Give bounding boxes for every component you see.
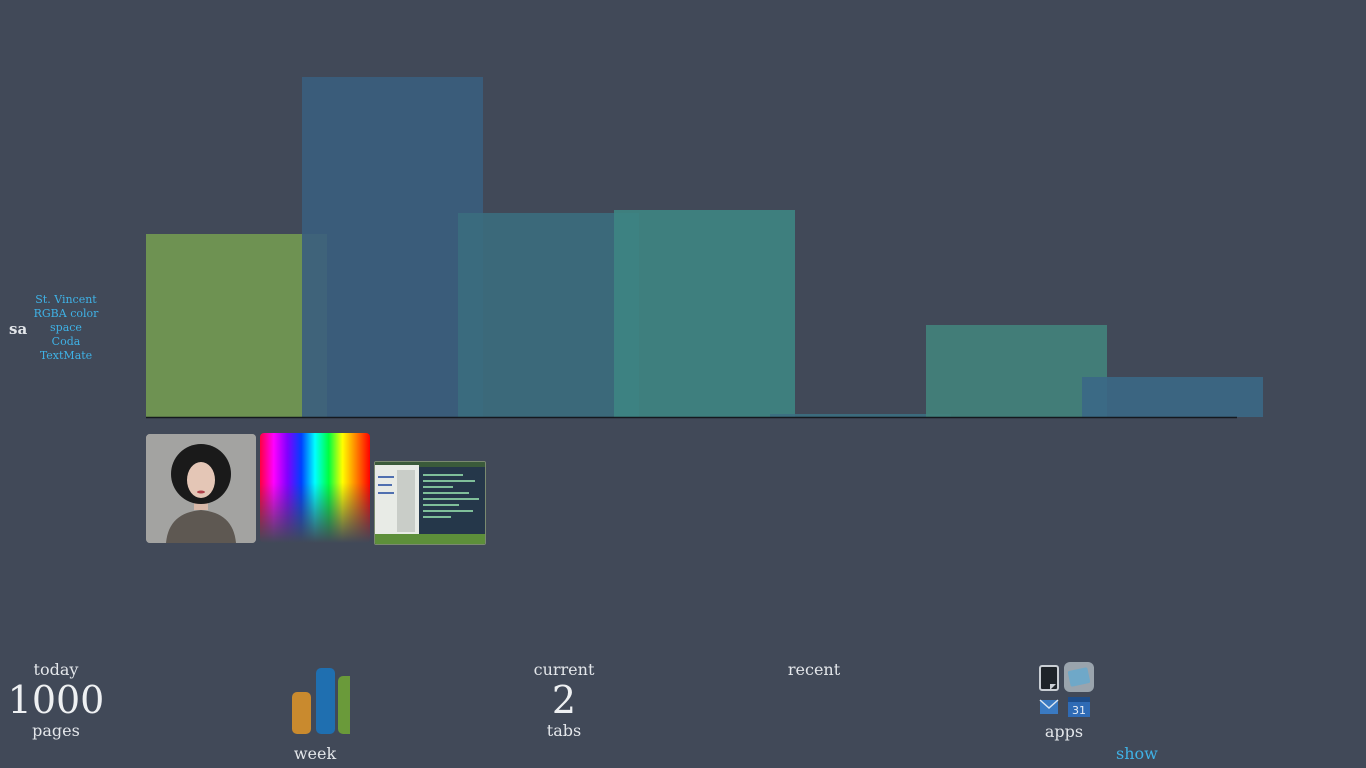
chart-bar[interactable] [458, 213, 639, 417]
today-label: today [33, 660, 79, 679]
apps-icons: 31 [1039, 662, 1094, 717]
chart-bar[interactable] [770, 414, 951, 417]
notepad-icon[interactable] [1039, 665, 1059, 691]
search-link[interactable]: Coda [30, 335, 102, 349]
pages-count: 1000 [7, 678, 105, 722]
current-stat: current 2 tabs [520, 660, 608, 740]
calendar-day: 31 [1072, 704, 1086, 717]
week-label: week [293, 744, 337, 763]
chart-bar[interactable] [926, 325, 1107, 417]
today-stat: today 1000 pages [0, 660, 112, 740]
code-editor-image [375, 462, 485, 544]
calendar-icon[interactable]: 31 [1068, 697, 1090, 717]
recent-stat: recent [775, 660, 853, 679]
week-stat[interactable]: week [270, 664, 360, 763]
apps-label: apps [1044, 722, 1084, 741]
recent-label[interactable]: recent [775, 660, 853, 679]
code-editor-thumbnail[interactable] [374, 461, 486, 545]
color-spectrum-thumbnail[interactable] [260, 433, 370, 543]
activity-chart [146, 77, 1263, 419]
search-link[interactable]: RGBA color space [30, 307, 102, 335]
apps-stat: apps [1030, 722, 1098, 741]
tabs-label: tabs [546, 721, 582, 740]
portrait-thumbnail[interactable] [146, 434, 256, 543]
search-link[interactable]: St. Vincent [30, 293, 102, 307]
portrait-image [146, 434, 256, 543]
chart-bar[interactable] [1082, 377, 1263, 417]
chart-bar[interactable] [302, 77, 483, 417]
current-label: current [533, 660, 595, 679]
day-label: sa [9, 320, 28, 338]
chart-bar[interactable] [614, 210, 795, 417]
mail-icon[interactable] [1039, 699, 1059, 714]
pages-label: pages [32, 721, 80, 740]
tabs-count: 2 [551, 678, 577, 722]
bar-chart-icon [292, 668, 350, 734]
search-link[interactable]: TextMate [30, 349, 102, 363]
apps-grid: 31 [1036, 662, 1096, 720]
recent-searches-list: St. Vincent RGBA color space Coda TextMa… [30, 293, 102, 363]
notes-app-icon[interactable] [1064, 662, 1094, 692]
show-link[interactable]: show [1116, 744, 1158, 763]
chart-bar[interactable] [146, 234, 327, 417]
